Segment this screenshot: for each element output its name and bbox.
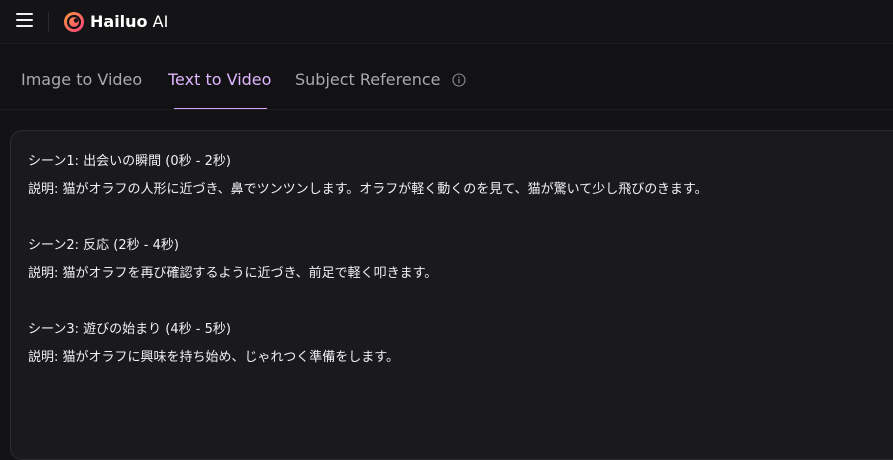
- menu-icon[interactable]: [16, 13, 33, 29]
- header-divider: [48, 12, 49, 32]
- info-circle-icon[interactable]: [452, 73, 466, 87]
- prompt-textarea[interactable]: シーン1: 出会いの瞬間 (0秒 - 2秒) 説明: 猫がオラフの人形に近づき、…: [10, 130, 893, 460]
- brand-name[interactable]: Hailuo AI: [90, 11, 168, 33]
- scene-3-description: 説明: 猫がオラフに興味を持ち始め、じゃれつく準備をします。: [28, 350, 399, 365]
- scene-3-title: シーン3: 遊びの始まり (4秒 - 5秒): [28, 322, 231, 337]
- scene-2-title: シーン2: 反応 (2秒 - 4秒): [28, 238, 179, 253]
- brand-light: AI: [147, 12, 169, 31]
- scene-2-description: 説明: 猫がオラフを再び確認するように近づき、前足で軽く叩きます。: [28, 266, 438, 281]
- top-bar: Hailuo AI: [0, 0, 893, 44]
- scene-1-title: シーン1: 出会いの瞬間 (0秒 - 2秒): [28, 154, 231, 169]
- mode-tabs: Image to Video Text to Video Subject Ref…: [0, 46, 893, 110]
- active-tab-indicator: [174, 108, 267, 109]
- scene-1-description: 説明: 猫がオラフの人形に近づき、鼻でツンツンします。オラフが軽く動くのを見て、…: [28, 182, 708, 197]
- hailuo-logo-icon[interactable]: [63, 11, 85, 33]
- tab-text-to-video[interactable]: Text to Video: [168, 70, 271, 90]
- tab-image-to-video[interactable]: Image to Video: [21, 70, 142, 90]
- brand-bold: Hailuo: [90, 12, 148, 31]
- tab-subject-reference[interactable]: Subject Reference: [295, 70, 440, 90]
